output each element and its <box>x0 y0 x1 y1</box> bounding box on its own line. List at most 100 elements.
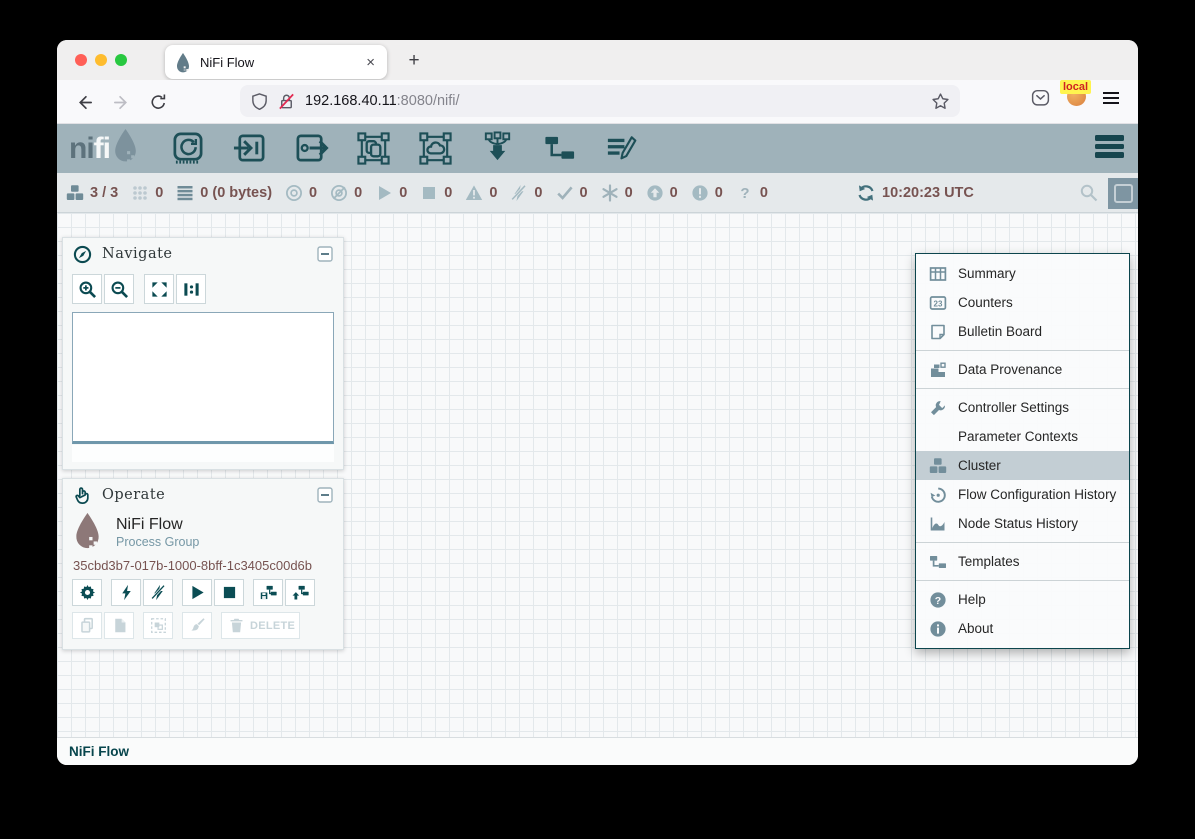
menu-item-node-status-history[interactable]: Node Status History <box>916 509 1129 538</box>
paste-button[interactable] <box>104 612 134 639</box>
upload-template-button[interactable] <box>285 579 315 606</box>
menu-item-flow-configuration-history[interactable]: Flow Configuration History <box>916 480 1129 509</box>
group-button[interactable] <box>143 612 173 639</box>
browser-tab[interactable]: NiFi Flow × <box>165 45 387 79</box>
menu-item-about[interactable]: About <box>916 614 1129 643</box>
transmitting-count: 0 <box>285 184 317 202</box>
about-icon <box>929 620 947 638</box>
disabled-count: 0 <box>510 184 542 202</box>
search-icon[interactable] <box>1079 183 1099 203</box>
macos-minimize-button[interactable] <box>95 54 107 66</box>
zoom-out-button[interactable] <box>104 274 134 304</box>
funnel-component-icon[interactable] <box>475 130 519 168</box>
save-template-button[interactable] <box>253 579 283 606</box>
configure-button[interactable] <box>72 579 102 606</box>
menu-item-templates[interactable]: Templates <box>916 547 1129 576</box>
zoom-fit-button[interactable] <box>144 274 174 304</box>
menu-item-controller-settings[interactable]: Controller Settings <box>916 393 1129 422</box>
nifi-logo: nifi <box>69 129 139 164</box>
node-status-history-icon <box>929 515 947 533</box>
navigate-palette: Navigate <box>62 237 344 470</box>
collapse-operate-button[interactable] <box>317 487 333 503</box>
url-bar[interactable]: 192.168.40.11:8080/nifi/ <box>240 85 960 117</box>
new-tab-button[interactable]: + <box>401 48 427 74</box>
queued-list-icon <box>176 184 194 202</box>
zoom-in-button[interactable] <box>72 274 102 304</box>
enable-button[interactable] <box>111 579 141 606</box>
stale-icon <box>646 184 664 202</box>
bulletin-board-icon <box>929 323 947 341</box>
copy-button[interactable] <box>72 612 102 639</box>
compass-icon <box>73 245 92 264</box>
start-button[interactable] <box>182 579 212 606</box>
output-port-component-icon[interactable] <box>289 130 333 168</box>
svg-text:?: ? <box>740 185 749 202</box>
delete-button[interactable]: DELETE <box>221 612 300 639</box>
menu-item-cluster[interactable]: Cluster <box>916 451 1129 480</box>
pocket-button[interactable] <box>1030 87 1051 108</box>
disabled-icon <box>510 184 528 202</box>
back-button[interactable] <box>69 87 99 117</box>
tab-close-icon[interactable]: × <box>364 54 377 71</box>
bookmark-star-icon[interactable] <box>931 92 950 111</box>
nifi-global-menu-button[interactable] <box>1095 135 1124 158</box>
url-text[interactable]: 192.168.40.11:8080/nifi/ <box>305 93 931 109</box>
macos-close-button[interactable] <box>75 54 87 66</box>
menu-item-counters[interactable]: 23Counters <box>916 288 1129 317</box>
tab-title: NiFi Flow <box>200 55 364 70</box>
macos-zoom-button[interactable] <box>115 54 127 66</box>
birdseye-minimap[interactable] <box>72 312 334 444</box>
remote-process-group-component-icon[interactable] <box>413 130 457 168</box>
reload-button[interactable] <box>143 87 173 117</box>
input-port-component-icon[interactable] <box>227 130 271 168</box>
counters-icon: 23 <box>929 294 947 312</box>
running-count: 0 <box>375 184 407 202</box>
forward-button[interactable] <box>106 87 136 117</box>
menu-item-parameter-contexts[interactable]: Parameter Contexts <box>916 422 1129 451</box>
nifi-favicon-icon <box>175 53 191 71</box>
queued-count: 0 (0 bytes) <box>176 184 272 202</box>
menu-item-data-provenance[interactable]: Data Provenance <box>916 355 1129 384</box>
processor-component-icon[interactable] <box>165 130 209 168</box>
running-icon <box>375 184 393 202</box>
status-corner-button[interactable] <box>1108 178 1138 209</box>
operate-palette: Operate NiFi Flow Process Group 35cbd3b7… <box>62 478 344 650</box>
collapse-navigate-button[interactable] <box>317 246 333 262</box>
no-icon <box>929 428 947 446</box>
invalid-count: 0 <box>465 184 497 202</box>
cluster-cubes-icon <box>66 184 84 202</box>
menu-item-help[interactable]: ?Help <box>916 585 1129 614</box>
menu-separator <box>916 388 1129 389</box>
refresh-icon[interactable] <box>857 184 875 202</box>
locally-modified-stale-count: 0 <box>691 184 723 202</box>
template-component-icon[interactable] <box>537 130 581 168</box>
stop-button[interactable] <box>214 579 244 606</box>
logo-text-fi: fi <box>94 134 110 164</box>
stopped-icon <box>420 184 438 202</box>
invalid-icon <box>465 184 483 202</box>
selected-flow-type: Process Group <box>116 534 199 550</box>
connected-nodes-count: 3 / 3 <box>66 184 118 202</box>
process-group-id: 35cbd3b7-017b-1000-8bff-1c3405c00d6b <box>63 551 343 573</box>
up-to-date-count: 0 <box>556 184 588 202</box>
insecure-lock-icon[interactable] <box>277 92 296 111</box>
process-group-drop-icon <box>73 513 102 551</box>
fill-color-button[interactable] <box>182 612 212 639</box>
menu-separator <box>916 542 1129 543</box>
menu-item-bulletin-board[interactable]: Bulletin Board <box>916 317 1129 346</box>
firefox-menu-button[interactable] <box>1103 92 1119 104</box>
process-group-component-icon[interactable] <box>351 130 395 168</box>
shield-icon[interactable] <box>250 92 269 111</box>
label-component-icon[interactable] <box>599 130 643 168</box>
menu-separator <box>916 580 1129 581</box>
not-transmitting-count: 0 <box>330 184 362 202</box>
breadcrumb-root[interactable]: NiFi Flow <box>69 744 129 759</box>
browser-navbar: 192.168.40.11:8080/nifi/ local <box>57 80 1138 124</box>
disable-button[interactable] <box>143 579 173 606</box>
zoom-actual-size-button[interactable] <box>176 274 206 304</box>
menu-item-summary[interactable]: Summary <box>916 259 1129 288</box>
summary-icon <box>929 265 947 283</box>
flow-canvas[interactable]: Navigate <box>57 213 1138 737</box>
profile-avatar[interactable]: local <box>1067 87 1086 106</box>
breadcrumb-bar: NiFi Flow <box>57 737 1138 765</box>
